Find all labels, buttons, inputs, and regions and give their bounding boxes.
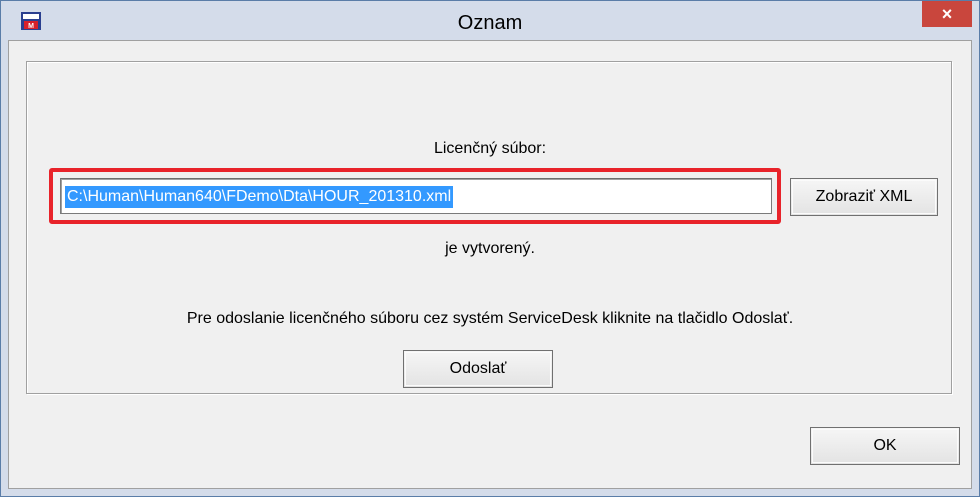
send-button[interactable]: Odoslať [403, 350, 553, 388]
window-title: Oznam [457, 12, 523, 34]
ok-button[interactable]: OK [810, 427, 960, 465]
created-label: je vytvorený. [445, 240, 535, 257]
close-icon: × [941, 4, 953, 24]
license-path-value: C:\Human\Human640\FDemo\Dta\HOUR_201310.… [65, 186, 454, 208]
send-instructions-text: Pre odoslanie licenčného súboru cez syst… [186, 310, 794, 327]
close-button[interactable]: × [922, 1, 972, 27]
title-bar[interactable]: M Oznam × [1, 1, 979, 41]
license-path-field[interactable]: C:\Human\Human640\FDemo\Dta\HOUR_201310.… [60, 178, 772, 214]
show-xml-button[interactable]: Zobraziť XML [790, 178, 938, 216]
license-file-label: Licenčný súbor: [433, 140, 547, 157]
message-group [26, 61, 952, 394]
